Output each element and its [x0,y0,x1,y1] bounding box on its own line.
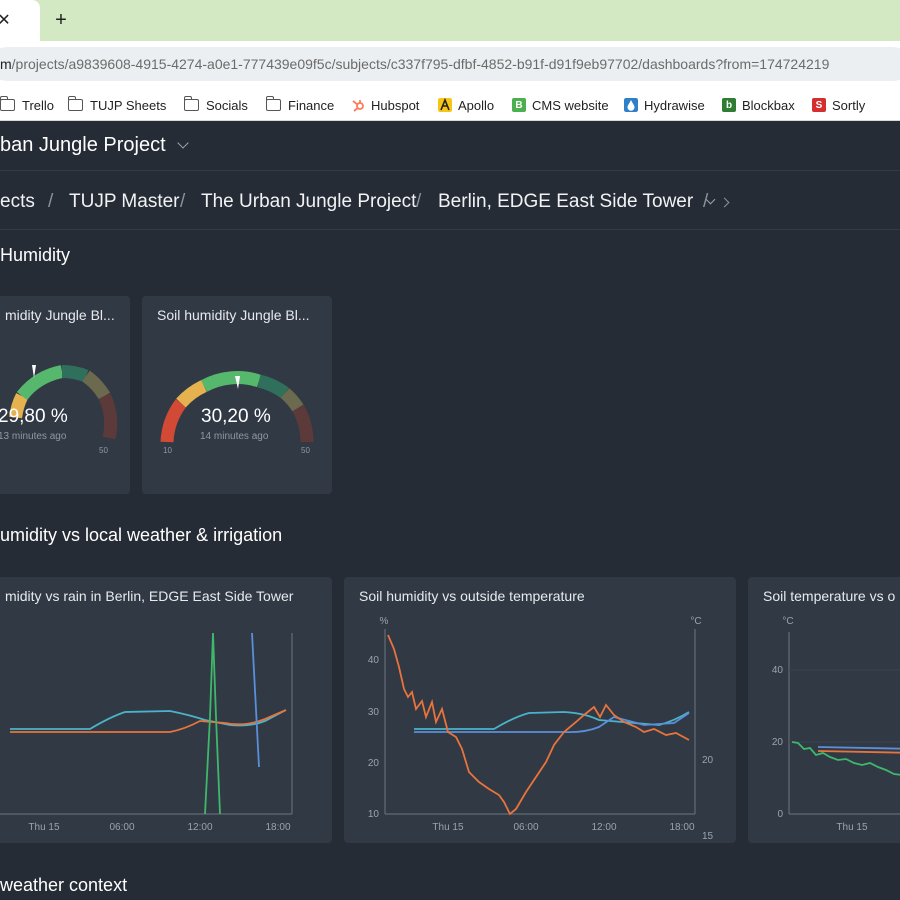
apollo-icon [438,98,452,112]
chart-card[interactable]: Soil humidity vs outside temperature % °… [344,577,736,843]
breadcrumb-tujp-master[interactable]: TUJP Master [69,191,180,213]
y-tick-label: 20 [772,737,784,748]
blockbax-icon: b [722,98,736,112]
new-tab-button[interactable]: + [50,8,72,32]
rain-series [204,632,221,815]
y-tick-label-right: 15 [702,831,714,842]
y-tick-label: 40 [368,655,380,666]
bookmarks-bar: Trello TUJP Sheets Socials Finance Hubsp… [0,89,900,121]
y-tick-label-right: 20 [702,755,714,766]
bookmark-blockbax[interactable]: b Blockbax [722,95,795,115]
chevron-down-icon [177,137,189,149]
chart-soil-temperature: °C 40 20 0 Thu 15 [772,616,900,833]
bookmark-hydrawise[interactable]: Hydrawise [624,95,705,115]
line-series [251,632,260,768]
x-tick-label: Thu 15 [836,822,868,833]
project-switcher[interactable]: ban Jungle Project [0,134,189,157]
browser-tab[interactable]: t ✕ [0,0,40,41]
chevron-right-icon[interactable] [719,197,730,208]
gauge-min: 10 [163,446,172,455]
y-tick-label: 40 [772,665,784,676]
y-tick-label: 0 [777,809,783,820]
line-series [817,750,900,754]
bookmark-apollo[interactable]: Apollo [438,95,494,115]
browser-toolbar: m/projects/a9839608-4915-4274-a0e1-77743… [0,41,900,89]
close-icon[interactable]: ✕ [0,6,16,34]
gauge-timestamp: 14 minutes ago [200,431,269,442]
x-tick-label: 06:00 [109,822,134,833]
y-unit-left: °C [782,616,793,627]
x-tick-label: 18:00 [265,822,290,833]
x-tick-label: Thu 15 [432,822,464,833]
y-tick-label: 30 [368,707,380,718]
folder-icon [265,96,281,111]
y-tick-label: 20 [368,758,380,769]
bookmark-hubspot[interactable]: Hubspot [351,95,419,115]
section-title-weather-context: weather context [0,875,128,895]
bookmark-socials[interactable]: Socials [183,95,248,115]
x-tick-label: 06:00 [513,822,538,833]
app-main: ban Jungle Project ects / TUJP Master / … [0,122,900,900]
gauge-card[interactable]: Soil humidity Jungle Bl... 30,20 % 14 mi… [142,296,332,494]
chart-humidity-vs-rain: Thu 15 06:00 12:00 18:00 [0,632,293,833]
hubspot-icon [352,100,364,112]
line-series [414,711,690,730]
y-unit-left: % [380,616,389,627]
project-header: ban Jungle Project [0,122,900,171]
url-text: m/projects/a9839608-4915-4274-a0e1-77743… [0,56,830,72]
card-title: midity Jungle Bl... [5,307,115,323]
cms-icon: B [512,98,526,112]
gauge-max: 50 [301,446,310,455]
gauge-value: 29,80 % [0,406,68,427]
gauge-card[interactable]: midity Jungle Bl... 29,80 % 13 minutes a… [0,296,130,494]
line-series [10,709,287,730]
bookmark-finance[interactable]: Finance [265,95,334,115]
bookmark-trello[interactable]: Trello [0,95,54,115]
hydrawise-icon [624,98,638,112]
bookmark-sortly[interactable]: S Sortly [812,95,865,115]
breadcrumb-urban-jungle-project[interactable]: The Urban Jungle Project [201,191,416,213]
address-bar[interactable]: m/projects/a9839608-4915-4274-a0e1-77743… [0,47,900,81]
section-title-humidity: Humidity [0,245,71,265]
chart-card[interactable]: midity vs rain in Berlin, EDGE East Side… [0,577,332,843]
x-tick-label: 12:00 [187,822,212,833]
line-series [817,746,900,750]
breadcrumb: ects / TUJP Master / The Urban Jungle Pr… [0,172,900,230]
folder-icon [183,96,199,111]
breadcrumb-projects[interactable]: ects [0,191,35,213]
gauge-timestamp: 13 minutes ago [0,431,67,442]
browser-tab-strip: t ✕ + [0,0,900,41]
chart-card[interactable]: Soil temperature vs o °C 40 20 0 Thu 15 [748,577,900,843]
x-tick-label: 12:00 [591,822,616,833]
x-tick-label: 18:00 [669,822,694,833]
gauge-value: 30,20 % [201,406,271,427]
gauge-max: 50 [99,446,108,455]
section-title-humidity-vs-weather: umidity vs local weather & irrigation [0,525,283,545]
y-tick-label: 10 [368,809,380,820]
bookmark-tujp-sheets[interactable]: TUJP Sheets [67,95,166,115]
y-unit-right: °C [690,616,701,627]
chart-humidity-vs-temperature: % °C 40 30 20 10 20 15 10 Thu 15 06:00 1… [368,616,714,842]
breadcrumb-location[interactable]: Berlin, EDGE East Side Tower [438,191,716,213]
x-tick-label: Thu 15 [28,822,60,833]
sortly-icon: S [812,98,826,112]
folder-icon [0,96,15,111]
bookmark-cms-website[interactable]: B CMS website [512,95,609,115]
folder-icon [67,96,83,111]
card-title: Soil humidity Jungle Bl... [157,307,310,323]
